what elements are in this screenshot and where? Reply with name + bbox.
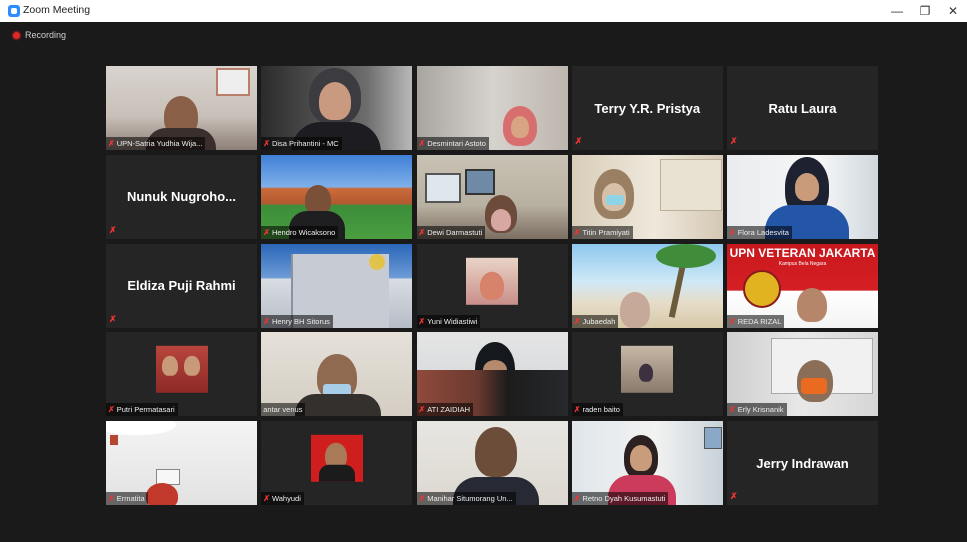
participant-tile[interactable]: Nunuk Nugroho... ✗: [106, 154, 257, 239]
participant-name-tag: ✗ Retno Dyah Kusumastuti: [571, 492, 669, 505]
participant-name: Jerry Indrawan: [756, 455, 849, 471]
participant-tile[interactable]: ✗ Titin Pramiyati: [571, 154, 723, 239]
participant-tile[interactable]: UPN VETERAN JAKARTA Kampus Bela Negara ✗…: [727, 243, 878, 328]
mic-muted-icon: ✗: [573, 494, 581, 503]
participant-name-tag: ✗ REDA RIZAL: [727, 314, 785, 328]
participant-name-tag: ✗ Henry BH Sitorus: [261, 314, 333, 328]
participant-tile[interactable]: ✗ Hendro Wicaksono: [261, 154, 413, 239]
participant-tile[interactable]: ✗ ATI ZAIDIAH: [416, 332, 568, 417]
mic-muted-icon: ✗: [574, 136, 583, 146]
participant-name: Ratu Laura: [768, 100, 837, 116]
participant-tile[interactable]: ✗ Dewi Darmastuti: [416, 154, 568, 239]
mic-muted-icon: ✗: [418, 316, 426, 326]
mic-muted-icon: ✗: [730, 136, 738, 146]
mic-muted-icon: ✗: [109, 224, 117, 235]
mic-muted-icon: ✗: [109, 313, 117, 324]
mic-muted-icon: ✗: [108, 494, 115, 503]
participant-tile[interactable]: Eldiza Puji Rahmi ✗: [106, 243, 257, 328]
window-title: Zoom Meeting: [23, 4, 91, 16]
close-button[interactable]: ✕: [939, 0, 967, 22]
mic-muted-icon: ✗: [263, 494, 270, 503]
participant-tile[interactable]: ✗ Manihar Situmorang Un...: [416, 421, 568, 505]
participant-tile-active-speaker[interactable]: antar venus: [261, 332, 413, 417]
participant-name-tag: antar venus: [261, 403, 306, 417]
participant-tile[interactable]: ✗ Jubaedah: [571, 243, 723, 328]
participant-tile[interactable]: ✗ Erly Krisnanik: [727, 332, 878, 417]
participant-tile[interactable]: ✗ Flora Ladesvita: [727, 154, 878, 239]
participant-name-tag: ✗ Wahyudi: [261, 492, 304, 505]
mic-muted-icon: ✗: [263, 227, 270, 237]
participant-tile[interactable]: Ratu Laura ✗: [727, 66, 878, 150]
mic-muted-icon: ✗: [729, 405, 736, 415]
participant-tile[interactable]: ✗ Desmintari Astoto: [416, 66, 568, 150]
participant-tile[interactable]: ✗ Disa Prihantini - MC: [261, 66, 413, 150]
mic-muted-icon: ✗: [729, 316, 736, 326]
participant-name-tag: ✗ Disa Prihantini - MC: [261, 137, 342, 150]
participant-name: Eldiza Puji Rahmi: [127, 278, 236, 293]
participant-name: Nunuk Nugroho...: [126, 189, 237, 205]
participant-name-tag: ✗ Putri Permatasari: [106, 403, 178, 417]
mic-muted-icon: ✗: [263, 316, 270, 326]
minimize-button[interactable]: —: [883, 0, 911, 22]
mic-muted-icon: ✗: [729, 227, 736, 237]
mic-muted-icon: ✗: [418, 405, 426, 415]
mic-muted-icon: ✗: [263, 139, 270, 148]
mic-muted-icon: ✗: [418, 227, 426, 237]
banner-text: UPN VETERAN JAKARTA: [729, 245, 876, 260]
participant-name-tag: ✗ Jubaedah: [571, 314, 619, 328]
recording-dot-icon: [13, 31, 20, 39]
participant-name-tag: ✗ Ermatita: [106, 492, 148, 505]
participant-tile[interactable]: ✗ Henry BH Sitorus: [261, 243, 413, 328]
recording-label: Recording: [25, 30, 67, 40]
mic-muted-icon: ✗: [108, 405, 115, 415]
participant-name-tag: ✗ Flora Ladesvita: [727, 225, 792, 239]
participant-name-tag: ✗ raden baito: [571, 403, 623, 417]
participant-name-tag: ✗ Yuni Widiastiwi: [416, 314, 481, 328]
gallery-grid: ✗ UPN-Satria Yudhia Wija... ✗ Disa Prihant…: [106, 66, 878, 505]
mic-muted-icon: ✗: [573, 316, 581, 326]
participant-name-tag: ✗ Titin Pramiyati: [571, 225, 633, 239]
participant-tile[interactable]: Terry Y.R. Pristya ✗: [571, 66, 723, 150]
restore-button[interactable]: ❐: [911, 0, 939, 22]
zoom-app-icon: [8, 5, 20, 17]
participant-name-tag: ✗ ATI ZAIDIAH: [416, 403, 473, 417]
participant-name-tag: ✗ Hendro Wicaksono: [261, 225, 339, 239]
participant-name-tag: ✗ Desmintari Astoto: [416, 137, 489, 150]
participant-name-tag: ✗ UPN-Satria Yudhia Wija...: [106, 137, 206, 150]
mic-muted-icon: ✗: [573, 227, 581, 237]
participant-tile[interactable]: ✗ Putri Permatasari: [106, 332, 257, 417]
participant-tile[interactable]: ✗ Retno Dyah Kusumastuti: [571, 421, 723, 505]
banner-subtext: Kampus Bela Negara: [778, 260, 827, 267]
mic-muted-icon: ✗: [418, 139, 426, 148]
participant-name: Terry Y.R. Pristya: [594, 100, 701, 116]
participant-name-tag: ✗ Manihar Situmorang Un...: [416, 492, 516, 505]
mic-muted-icon: ✗: [418, 494, 426, 503]
participant-tile[interactable]: ✗ UPN-Satria Yudhia Wija...: [106, 66, 257, 150]
participant-tile[interactable]: ✗ raden baito: [571, 332, 723, 417]
participant-tile[interactable]: ✗ Ermatita: [106, 421, 257, 505]
participant-tile[interactable]: Jerry Indrawan ✗: [727, 421, 878, 505]
mic-muted-icon: ✗: [730, 491, 738, 501]
recording-indicator[interactable]: Recording: [13, 29, 66, 41]
mic-muted-icon: ✗: [108, 139, 115, 148]
participant-tile[interactable]: ✗ Yuni Widiastiwi: [416, 243, 568, 328]
participant-name-tag: ✗ Erly Krisnanik: [727, 403, 787, 417]
participant-tile[interactable]: ✗ Wahyudi: [261, 421, 413, 505]
mic-muted-icon: ✗: [573, 405, 581, 415]
participant-name-tag: ✗ Dewi Darmastuti: [416, 225, 486, 239]
window-titlebar: Zoom Meeting — ❐ ✕: [0, 0, 967, 22]
